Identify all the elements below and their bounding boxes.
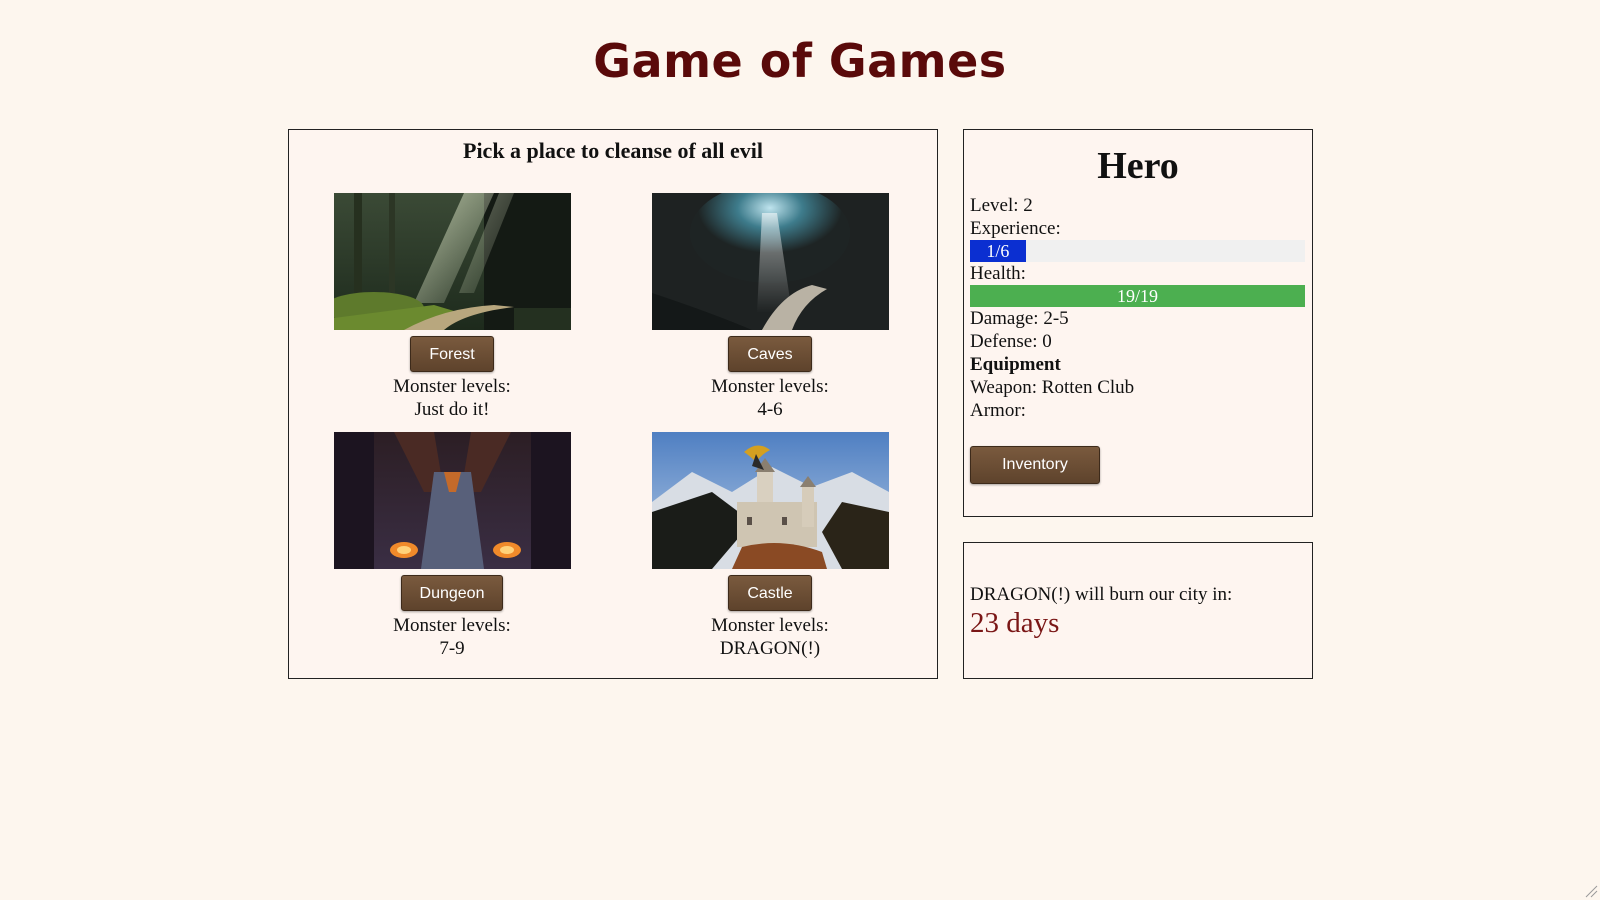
place-castle: Castle Monster levels: DRAGON(!) — [650, 432, 890, 660]
dragon-timer: DRAGON(!) will burn our city in: 23 days — [970, 583, 1232, 640]
monster-levels-value: 7-9 — [439, 638, 465, 659]
forest-button[interactable]: Forest — [410, 336, 494, 372]
forest-image[interactable] — [333, 193, 571, 330]
monster-levels-value: 4-6 — [757, 399, 783, 420]
places-panel: Pick a place to cleanse of all evil Fore… — [288, 129, 938, 679]
defense-text: Defense: 0 — [970, 331, 1052, 352]
caves-image[interactable] — [651, 193, 889, 330]
inventory-button[interactable]: Inventory — [970, 446, 1100, 484]
place-dungeon: Dungeon Monster levels: 7-9 — [332, 432, 572, 660]
experience-label: Experience: — [970, 218, 1061, 239]
dungeon-button[interactable]: Dungeon — [400, 575, 504, 611]
dragon-timer-text: DRAGON(!) will burn our city in: — [970, 584, 1233, 605]
health-label: Health: — [970, 263, 1026, 284]
experience-bar: 1/6 — [970, 240, 1305, 262]
hero-title: Hero — [1097, 145, 1179, 187]
monster-levels-label: Monster levels: — [393, 376, 511, 397]
experience-bar-fill: 1/6 — [970, 240, 1026, 262]
dragon-timer-days: 23 days — [970, 607, 1060, 639]
dragon-timer-panel: DRAGON(!) will burn our city in: 23 days — [963, 542, 1313, 679]
castle-button[interactable]: Castle — [728, 575, 812, 611]
dungeon-image[interactable] — [333, 432, 571, 569]
monster-levels-value: DRAGON(!) — [719, 638, 821, 659]
page-title: Game of Games — [593, 34, 1007, 88]
hero-panel: Hero Level: 2 Experience: 1/6 Health: 19… — [963, 129, 1313, 517]
level-text: Level: 2 — [970, 195, 1033, 216]
places-heading: Pick a place to cleanse of all evil — [463, 138, 763, 163]
monster-levels-label: Monster levels: — [393, 615, 511, 636]
hero-stats: Level: 2 Experience: 1/6 Health: 19/19 D… — [964, 194, 1312, 422]
monster-levels-label: Monster levels: — [711, 376, 829, 397]
armor-text: Armor: — [970, 400, 1026, 421]
resize-handle-icon[interactable] — [1584, 884, 1598, 898]
monster-levels-label: Monster levels: — [711, 615, 829, 636]
place-caves: Caves Monster levels: 4-6 — [650, 193, 890, 421]
damage-text: Damage: 2-5 — [970, 308, 1069, 329]
monster-levels-value: Just do it! — [414, 399, 490, 420]
castle-image[interactable] — [651, 432, 889, 569]
weapon-text: Weapon: Rotten Club — [970, 377, 1135, 398]
equipment-heading: Equipment — [970, 354, 1061, 375]
place-forest: Forest Monster levels: Just do it! — [332, 193, 572, 421]
health-bar-fill: 19/19 — [970, 285, 1305, 307]
health-bar: 19/19 — [970, 285, 1305, 307]
caves-button[interactable]: Caves — [728, 336, 812, 372]
